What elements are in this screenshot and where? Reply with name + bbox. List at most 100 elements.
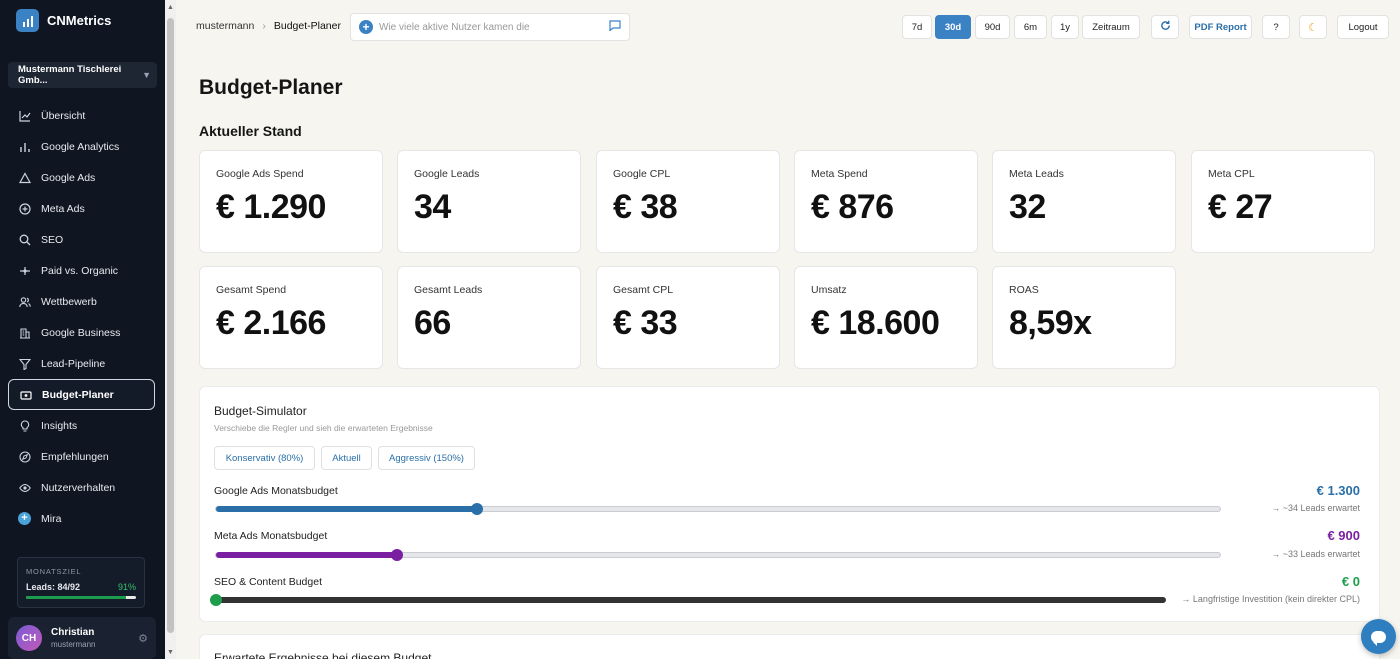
breadcrumb-root[interactable]: mustermann	[196, 20, 254, 32]
user-profile[interactable]: CH Christian mustermann ⚙	[8, 617, 156, 659]
compass-icon	[18, 450, 31, 463]
refresh-icon	[1160, 20, 1171, 34]
google-budget-note: → ~34 Leads erwartet	[1271, 503, 1360, 513]
sidebar-item-label: Google Business	[41, 326, 121, 339]
kpi-card: Meta CPL € 27	[1191, 150, 1375, 253]
chat-icon[interactable]	[609, 20, 621, 34]
kpi-label: Google Leads	[414, 168, 480, 180]
chat-fab-button[interactable]	[1361, 619, 1396, 654]
seo-budget-thumb[interactable]	[210, 594, 222, 606]
ask-mira-input[interactable]: + Wie viele aktive Nutzer kamen die	[350, 13, 630, 41]
kpi-value: € 33	[613, 304, 678, 342]
organization-name: Mustermann Tischlerei Gmb...	[18, 64, 122, 86]
sidebar-item-wettbewerb[interactable]: Wettbewerb	[0, 286, 165, 317]
pdf-report-button[interactable]: PDF Report	[1189, 15, 1252, 39]
range-30d-button[interactable]: 30d	[935, 15, 971, 39]
sidebar-item-meta-ads[interactable]: Meta Ads	[0, 193, 165, 224]
sidebar-item-seo[interactable]: SEO	[0, 224, 165, 255]
preset-aggressive-button[interactable]: Aggressiv (150%)	[378, 446, 475, 470]
sidebar-item-empfehlungen[interactable]: Empfehlungen	[0, 441, 165, 472]
chevron-down-icon: ▼	[142, 70, 151, 80]
kpi-card: Google CPL € 38	[596, 150, 780, 253]
scroll-down-icon[interactable]: ▼	[166, 649, 175, 656]
seo-budget-label: SEO & Content Budget	[214, 576, 322, 588]
gear-icon[interactable]: ⚙	[138, 632, 148, 645]
range-custom-button[interactable]: Zeitraum	[1082, 15, 1140, 39]
sidebar-item-label: Meta Ads	[41, 202, 85, 215]
sidebar-item-google-business[interactable]: Google Business	[0, 317, 165, 348]
sidebar-item-label: Lead-Pipeline	[41, 357, 106, 370]
sidebar-item-label: Insights	[41, 419, 78, 432]
section-title: Aktueller Stand	[199, 123, 302, 139]
sidebar-item-google-analytics[interactable]: Google Analytics	[0, 131, 165, 162]
sidebar-item-uebersicht[interactable]: Übersicht	[0, 100, 165, 131]
simulator-title: Budget-Simulator	[214, 404, 307, 418]
meta-budget-thumb[interactable]	[390, 549, 403, 561]
plus-circle-icon	[18, 202, 31, 215]
brand[interactable]: CNMetrics	[0, 0, 165, 40]
sidebar-item-label: SEO	[41, 233, 64, 246]
range-1y-button[interactable]: 1y	[1051, 15, 1079, 39]
sidebar-item-budget-planer[interactable]: Budget-Planer	[8, 379, 155, 410]
sidebar-scrollbar[interactable]: ▲ ▼	[165, 0, 176, 659]
user-username: mustermann	[51, 640, 96, 649]
monthly-goal-card: MONATSZIEL Leads: 84/92 91%	[17, 557, 145, 608]
goal-progress-fill	[26, 596, 127, 599]
breadcrumb-separator-icon: ›	[262, 20, 266, 32]
sidebar-nav: Übersicht Google Analytics Google Ads Me…	[0, 100, 165, 534]
building-icon	[18, 326, 31, 339]
goal-percent: 91%	[117, 582, 136, 592]
range-6m-button[interactable]: 6m	[1014, 15, 1047, 39]
kpi-label: Google CPL	[613, 168, 671, 180]
meta-budget-note: → ~33 Leads erwartet	[1271, 549, 1360, 559]
kpi-card: ROAS 8,59x	[992, 266, 1176, 369]
google-budget-value: € 1.300	[1316, 483, 1360, 498]
sidebar-item-insights[interactable]: Insights	[0, 410, 165, 441]
sidebar: CNMetrics Mustermann Tischlerei Gmb... ▼…	[0, 0, 165, 659]
kpi-label: Meta Leads	[1009, 168, 1064, 180]
ask-placeholder: Wie viele aktive Nutzer kamen die	[379, 21, 530, 33]
mira-plus-icon: +	[359, 20, 373, 34]
organization-select[interactable]: Mustermann Tischlerei Gmb... ▼	[8, 62, 157, 88]
sidebar-item-google-ads[interactable]: Google Ads	[0, 162, 165, 193]
sidebar-item-nutzerverhalten[interactable]: Nutzerverhalten	[0, 472, 165, 503]
lightbulb-icon	[18, 419, 31, 432]
google-budget-thumb[interactable]	[471, 503, 484, 515]
sidebar-item-label: Google Analytics	[41, 140, 120, 153]
sidebar-item-label: Übersicht	[41, 109, 86, 122]
refresh-button[interactable]	[1151, 15, 1179, 39]
preset-conservative-button[interactable]: Konservativ (80%)	[214, 446, 315, 470]
users-icon	[18, 295, 31, 308]
seo-budget-slider[interactable]	[210, 594, 1166, 606]
kpi-card: Meta Spend € 876	[794, 150, 978, 253]
goal-label: Leads: 84/92	[26, 582, 81, 592]
main-content: Budget-Planer Aktueller Stand Google Ads…	[176, 54, 1400, 659]
user-name: Christian	[51, 627, 95, 638]
sidebar-item-mira[interactable]: + Mira	[0, 503, 165, 534]
meta-budget-fill	[216, 552, 397, 558]
triangle-icon	[18, 171, 31, 184]
sidebar-item-label: Nutzerverhalten	[41, 481, 116, 494]
theme-toggle-button[interactable]: ☾	[1299, 15, 1327, 39]
expected-results-title: Erwartete Ergebnisse bei diesem Budget	[214, 651, 432, 659]
kpi-card: Gesamt Spend € 2.166	[199, 266, 383, 369]
meta-budget-slider[interactable]	[215, 549, 1221, 561]
breadcrumb-current: Budget-Planer	[273, 20, 341, 32]
sidebar-item-lead-pipeline[interactable]: Lead-Pipeline	[0, 348, 165, 379]
scrollbar-thumb[interactable]	[167, 18, 174, 633]
expected-results-card: Erwartete Ergebnisse bei diesem Budget	[199, 634, 1380, 659]
sidebar-item-paid-vs-organic[interactable]: Paid vs. Organic	[0, 255, 165, 286]
range-90d-button[interactable]: 90d	[975, 15, 1010, 39]
user-info: Christian mustermann	[51, 627, 95, 649]
google-budget-slider[interactable]	[215, 503, 1221, 515]
simulator-subtitle: Verschiebe die Regler und sieh die erwar…	[214, 423, 433, 433]
logout-button[interactable]: Logout	[1337, 15, 1389, 39]
kpi-label: ROAS	[1009, 284, 1039, 296]
kpi-card: Google Ads Spend € 1.290	[199, 150, 383, 253]
goal-row: Leads: 84/92 91%	[26, 582, 136, 592]
help-button[interactable]: ?	[1262, 15, 1290, 39]
scroll-up-icon[interactable]: ▲	[166, 4, 175, 11]
preset-current-button[interactable]: Aktuell	[321, 446, 372, 470]
range-7d-button[interactable]: 7d	[902, 15, 932, 39]
kpi-label: Gesamt CPL	[613, 284, 674, 296]
